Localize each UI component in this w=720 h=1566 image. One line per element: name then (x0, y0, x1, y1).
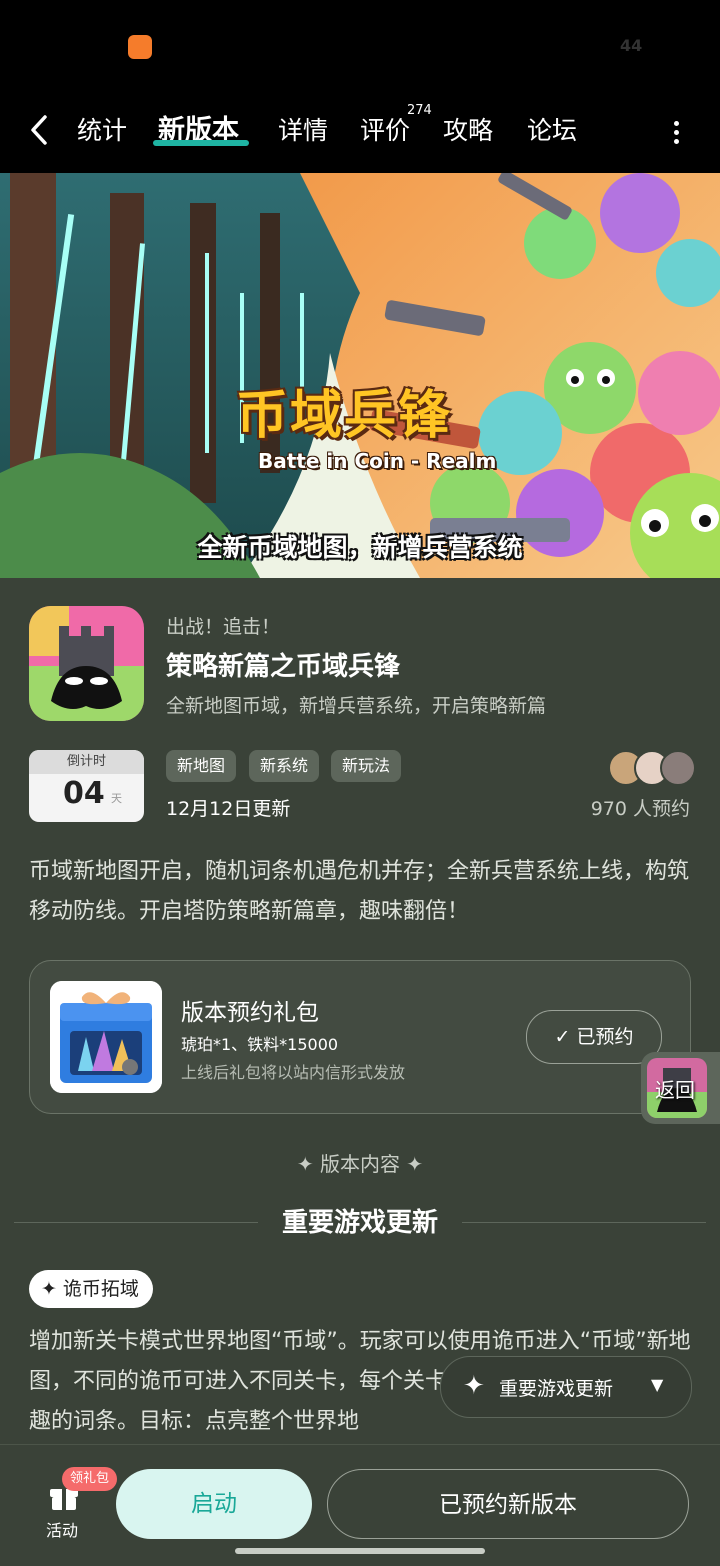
tab-stats[interactable]: 统计 (77, 113, 127, 149)
reserved-version-button[interactable]: 已预约新版本 (327, 1469, 689, 1539)
hero-banner[interactable]: 币域兵锋 Batte in Coin - Realm 全新币域地图，新增兵营系统 (0, 173, 720, 578)
section-kicker: ✦ 版本内容 ✦ (296, 1152, 424, 1176)
gift-box-image (50, 981, 162, 1093)
reserve-count: 970 人预约 (590, 798, 690, 820)
tab-details[interactable]: 详情 (278, 113, 328, 149)
section-jump-label: 重要游戏更新 (499, 1378, 614, 1400)
section-jump-menu[interactable]: ✦ 重要游戏更新 ▼ (440, 1356, 692, 1418)
app-tagline: 出战！追击！ (166, 616, 281, 638)
activity-label[interactable]: 活动 (46, 1517, 78, 1541)
banner-subtitle: Batte in Coin - Realm (258, 449, 497, 473)
tag-new-system: 新系统 (249, 750, 320, 782)
countdown-label: 倒计时 (29, 750, 144, 774)
feature-chip-label: 诡币拓域 (62, 1278, 139, 1300)
launch-button[interactable]: 启动 (116, 1469, 312, 1539)
gift-items: 琥珀*1、铁料*15000 (181, 1035, 339, 1054)
gift-badge[interactable]: 领礼包 (62, 1467, 118, 1491)
gift-reserved-button[interactable]: ✓ 已预约 (526, 1010, 662, 1064)
banner-title: 币域兵锋 (236, 386, 453, 446)
tab-forum[interactable]: 论坛 (527, 113, 577, 149)
countdown-value: 04 (63, 776, 105, 811)
gift-reserved-label: 已预约 (576, 1026, 634, 1048)
avatar (660, 750, 696, 786)
tag-new-map: 新地图 (166, 750, 237, 782)
active-tab-indicator (153, 140, 249, 146)
gift-note: 上线后礼包将以站内信形式发放 (181, 1063, 406, 1082)
check-icon: ✓ (554, 1026, 571, 1048)
update-date: 12月12日更新 (166, 798, 291, 820)
status-number: 44 (620, 36, 643, 55)
banner-caption: 全新币域地图，新增兵营系统 (197, 533, 523, 562)
tab-guides[interactable]: 攻略 (443, 113, 493, 149)
bottom-action-bar: 领礼包 活动 启动 已预约新版本 (0, 1444, 720, 1566)
sparkle-icon: ✦ (41, 1278, 57, 1300)
status-bar: 44 (0, 0, 720, 95)
version-intro: 币域新地图开启，随机词条机遇危机并存；全新兵营系统上线，构筑移动防线。开启塔防策… (29, 859, 690, 924)
home-indicator (235, 1548, 485, 1554)
app-notification-icon (128, 35, 152, 59)
app-title: 策略新篇之币域兵锋 (166, 652, 401, 682)
chevron-down-icon: ▼ (651, 1375, 664, 1394)
review-count: 274 (407, 103, 432, 118)
tag-new-gameplay: 新玩法 (331, 750, 402, 782)
sparkle-icon: ✦ (463, 1371, 485, 1401)
countdown-unit: 天 (111, 792, 122, 805)
top-nav: 统计 新版本 详情 评价 274 攻略 论坛 (0, 95, 720, 173)
feature-chip: ✦ 诡币拓域 (29, 1270, 153, 1308)
gift-title: 版本预约礼包 (181, 1000, 319, 1026)
app-description: 全新地图币域，新增兵营系统，开启策略新篇 (166, 695, 547, 717)
back-icon[interactable] (28, 113, 58, 149)
app-icon[interactable] (29, 606, 144, 721)
tab-reviews[interactable]: 评价 (360, 113, 410, 149)
reserver-avatars (608, 750, 696, 786)
gift-package-card[interactable]: 版本预约礼包 琥珀*1、铁料*15000 上线后礼包将以站内信形式发放 ✓ 已预约 (29, 960, 691, 1114)
floating-back-button[interactable]: 返回 (641, 1052, 720, 1124)
more-menu-icon[interactable] (668, 117, 684, 147)
section-title: 重要游戏更新 (281, 1208, 438, 1238)
floating-back-label: 返回 (655, 1078, 695, 1102)
countdown-card: 倒计时 04 天 (29, 750, 144, 822)
